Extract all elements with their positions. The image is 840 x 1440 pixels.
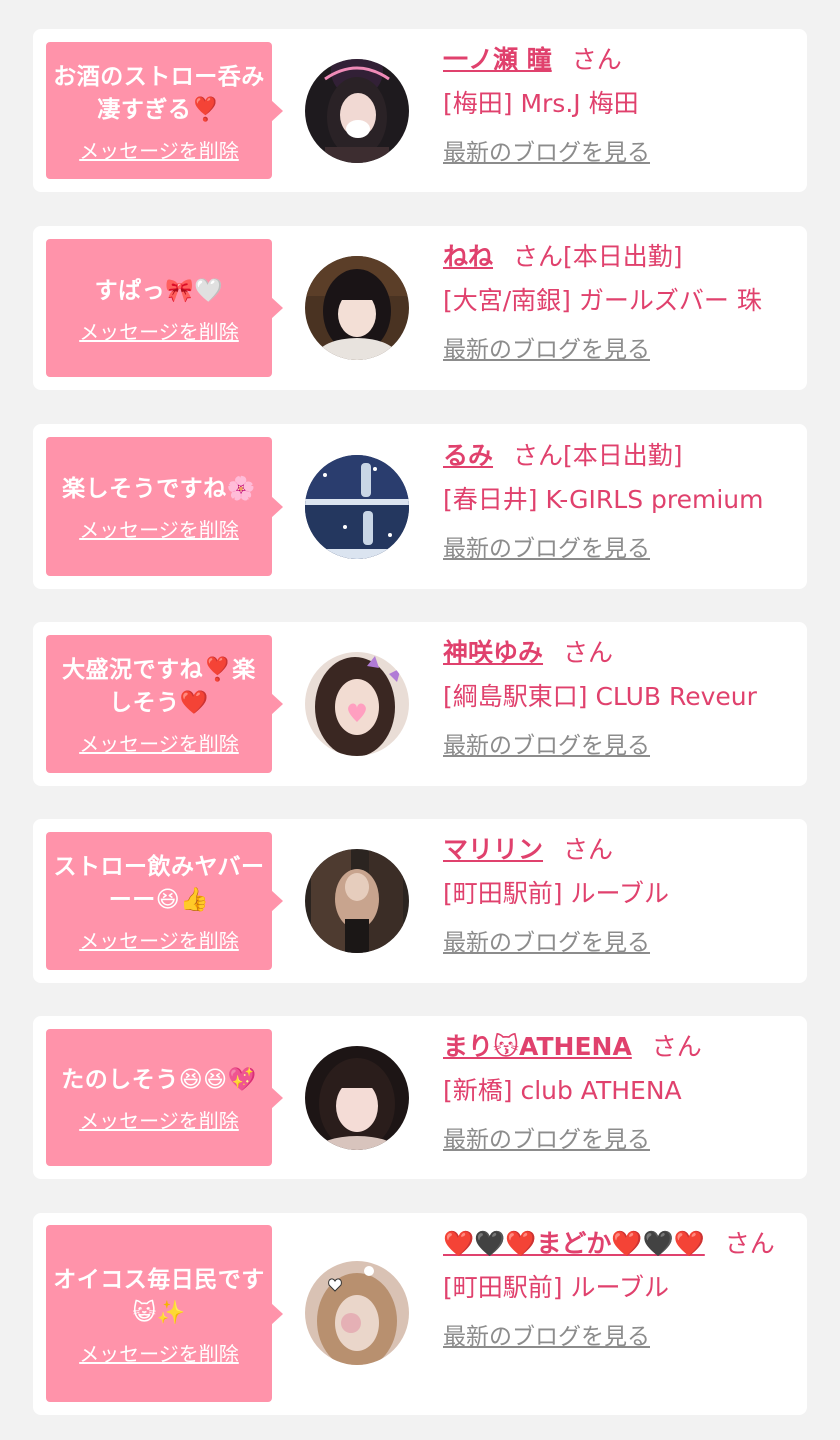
cast-info: 一ノ瀬 瞳さん [梅田] Mrs.J 梅田 最新のブログを見る <box>443 43 793 167</box>
message-card: オイコス毎日民です😺✨ メッセージを削除 ❤️🖤❤️まどか❤️🖤❤️ さん [町田… <box>33 1213 807 1415</box>
message-text: オイコス毎日民です😺✨ <box>53 1266 265 1326</box>
latest-blog-link[interactable]: 最新のブログを見る <box>443 1126 650 1154</box>
cast-name-line: ねね さん[本日出勤] <box>443 240 793 274</box>
honorific: さん <box>724 1229 775 1258</box>
avatar-photo <box>305 256 409 360</box>
shop-name: [綱島駅東口] CLUB Reveur <box>443 682 757 711</box>
latest-blog-link[interactable]: 最新のブログを見る <box>443 732 650 760</box>
avatar-photo <box>305 849 409 953</box>
cast-name-line: ❤️🖤❤️まどか❤️🖤❤️ さん <box>443 1227 793 1261</box>
message-text: 大盛況ですね❣️楽しそう❤️ <box>62 657 256 716</box>
message-text: 楽しそうですね🌸 <box>62 476 256 502</box>
message-card: お酒のストロー呑み凄すぎる❣️ メッセージを削除 一ノ瀬 瞳さん [梅田] Mr… <box>33 29 807 192</box>
message-card: 楽しそうですね🌸 メッセージを削除 るみ さん[本日出勤] [春日井] K-GI… <box>33 424 807 589</box>
honorific: さん <box>563 638 614 667</box>
delete-message-link[interactable]: メッセージを削除 <box>52 1109 266 1133</box>
delete-message-link[interactable]: メッセージを削除 <box>52 732 266 756</box>
cast-info: ❤️🖤❤️まどか❤️🖤❤️ さん [町田駅前] ルーブル 最新のブログを見る <box>443 1227 793 1351</box>
cast-name-link[interactable]: ❤️🖤❤️まどか❤️🖤❤️ <box>443 1229 705 1258</box>
shop-name: [大宮/南銀] ガールズバー 珠 <box>443 286 762 315</box>
message-list: お酒のストロー呑み凄すぎる❣️ メッセージを削除 一ノ瀬 瞳さん [梅田] Mr… <box>0 0 840 1440</box>
cast-name-link[interactable]: まり😽ATHENA <box>443 1032 632 1061</box>
message-text: お酒のストロー呑み凄すぎる❣️ <box>53 63 265 123</box>
cast-info: るみ さん[本日出勤] [春日井] K-GIRLS premium 最新のブログを… <box>443 439 793 563</box>
avatar[interactable] <box>305 652 409 756</box>
shop-name: [町田駅前] ルーブル <box>443 879 669 908</box>
message-bubble: たのしそう😆😆💖 メッセージを削除 <box>46 1029 283 1166</box>
cast-name-link[interactable]: 神咲ゆみ <box>443 638 543 667</box>
cast-name-link[interactable]: 一ノ瀬 瞳 <box>443 45 552 74</box>
avatar[interactable] <box>305 59 409 163</box>
message-bubble: すぱっ🎀🤍 メッセージを削除 <box>46 239 283 377</box>
attendance-badge: [本日出勤] <box>563 441 683 470</box>
shop-name: [町田駅前] ルーブル <box>443 1273 669 1302</box>
avatar-photo <box>305 652 409 756</box>
cast-name-link[interactable]: ねね <box>443 242 493 271</box>
avatar-photo <box>305 59 409 163</box>
latest-blog-link[interactable]: 最新のブログを見る <box>443 535 650 563</box>
honorific: さん <box>513 242 564 271</box>
message-bubble: 大盛況ですね❣️楽しそう❤️ メッセージを削除 <box>46 635 283 773</box>
avatar[interactable] <box>305 1261 409 1365</box>
message-bubble: お酒のストロー呑み凄すぎる❣️ メッセージを削除 <box>46 42 283 179</box>
message-text: ストロー飲みヤバーーー😆👍 <box>53 854 265 913</box>
message-text: すぱっ🎀🤍 <box>94 277 224 304</box>
avatar-photo <box>305 455 409 559</box>
honorific: さん <box>513 441 564 470</box>
delete-message-link[interactable]: メッセージを削除 <box>52 1342 266 1366</box>
honorific: さん <box>651 1032 702 1061</box>
message-bubble: 楽しそうですね🌸 メッセージを削除 <box>46 437 283 576</box>
cast-name-link[interactable]: るみ <box>443 441 493 470</box>
latest-blog-link[interactable]: 最新のブログを見る <box>443 336 650 364</box>
cast-info: マリリン さん [町田駅前] ルーブル 最新のブログを見る <box>443 833 793 957</box>
cast-info: まり😽ATHENA さん [新橋] club ATHENA 最新のブログを見る <box>443 1030 793 1154</box>
message-bubble: オイコス毎日民です😺✨ メッセージを削除 <box>46 1225 283 1402</box>
cast-name-link[interactable]: マリリン <box>443 835 543 864</box>
cast-name-line: 神咲ゆみ さん <box>443 636 793 670</box>
message-card: 大盛況ですね❣️楽しそう❤️ メッセージを削除 神咲ゆみ さん [綱島駅東口] C… <box>33 622 807 786</box>
latest-blog-link[interactable]: 最新のブログを見る <box>443 1323 650 1351</box>
delete-message-link[interactable]: メッセージを削除 <box>52 929 266 953</box>
message-card: たのしそう😆😆💖 メッセージを削除 まり😽ATHENA さん [新橋] club … <box>33 1016 807 1179</box>
honorific: さん <box>563 835 614 864</box>
avatar[interactable] <box>305 849 409 953</box>
delete-message-link[interactable]: メッセージを削除 <box>52 139 266 163</box>
attendance-badge: [本日出勤] <box>563 242 683 271</box>
avatar-photo <box>305 1261 409 1365</box>
shop-name: [春日井] K-GIRLS premium <box>443 485 764 514</box>
cast-name-line: 一ノ瀬 瞳さん <box>443 43 793 77</box>
cast-name-line: マリリン さん <box>443 833 793 867</box>
delete-message-link[interactable]: メッセージを削除 <box>52 320 266 344</box>
avatar[interactable] <box>305 1046 409 1150</box>
shop-name: [梅田] Mrs.J 梅田 <box>443 89 639 118</box>
latest-blog-link[interactable]: 最新のブログを見る <box>443 139 650 167</box>
avatar[interactable] <box>305 256 409 360</box>
cast-info: ねね さん[本日出勤] [大宮/南銀] ガールズバー 珠 最新のブログを見る <box>443 240 793 364</box>
avatar-photo <box>305 1046 409 1150</box>
message-text: たのしそう😆😆💖 <box>61 1067 257 1093</box>
cast-name-line: るみ さん[本日出勤] <box>443 439 793 473</box>
cast-name-line: まり😽ATHENA さん <box>443 1030 793 1064</box>
message-card: ストロー飲みヤバーーー😆👍 メッセージを削除 マリリン さん [町田駅前] ルーブ… <box>33 819 807 983</box>
honorific: さん <box>571 45 622 74</box>
shop-name: [新橋] club ATHENA <box>443 1076 682 1105</box>
avatar[interactable] <box>305 455 409 559</box>
delete-message-link[interactable]: メッセージを削除 <box>52 518 266 542</box>
latest-blog-link[interactable]: 最新のブログを見る <box>443 929 650 957</box>
message-bubble: ストロー飲みヤバーーー😆👍 メッセージを削除 <box>46 832 283 970</box>
message-card: すぱっ🎀🤍 メッセージを削除 ねね さん[本日出勤] [大宮/南銀] ガールズバー… <box>33 226 807 390</box>
cast-info: 神咲ゆみ さん [綱島駅東口] CLUB Reveur 最新のブログを見る <box>443 636 793 760</box>
